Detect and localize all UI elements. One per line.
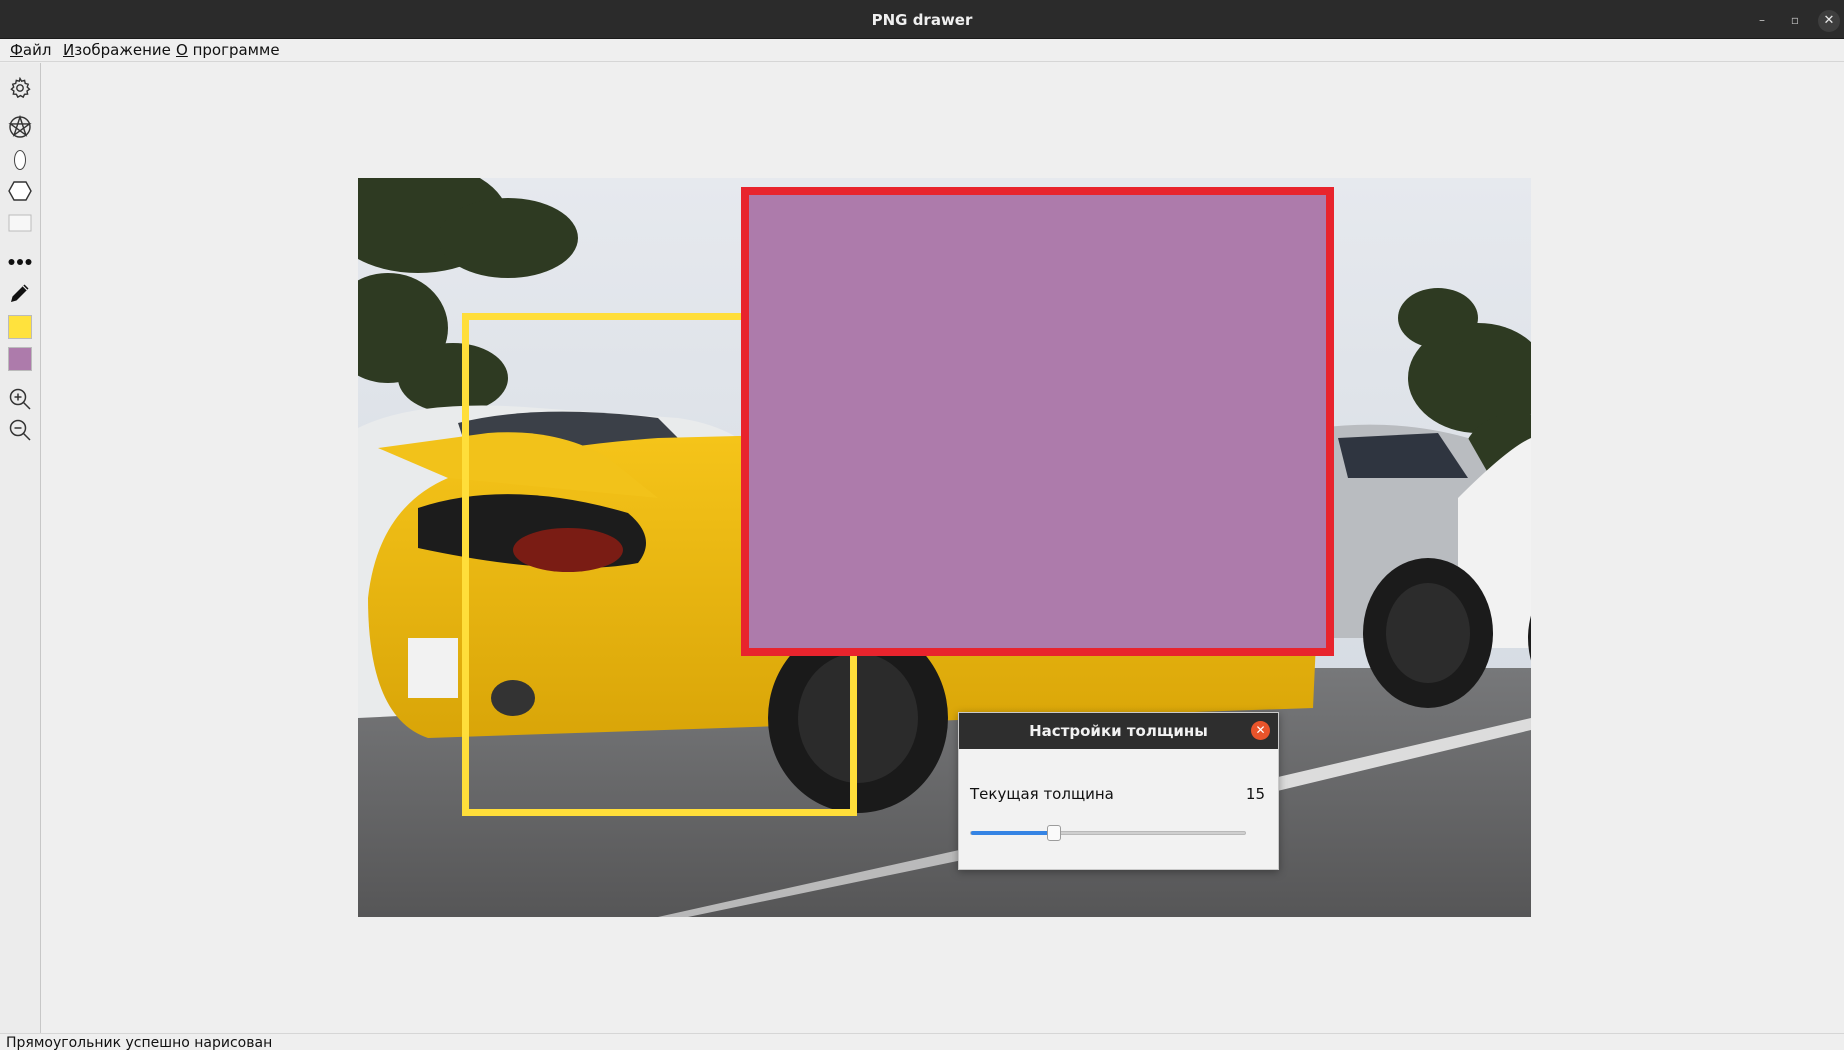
ellipse-icon[interactable] xyxy=(6,146,34,174)
menubar: Файл Изображение О программе xyxy=(0,39,1844,62)
window-titlebar: PNG drawer – ▫ ✕ xyxy=(0,0,1844,39)
dialog-close-button[interactable]: ✕ xyxy=(1251,721,1270,740)
drawn-rectangle-purple[interactable] xyxy=(741,187,1334,656)
menu-about[interactable]: О программе xyxy=(176,41,280,59)
close-window-button[interactable]: ✕ xyxy=(1818,10,1840,32)
dialog-header: Настройки толщины ✕ xyxy=(959,713,1278,749)
menu-image[interactable]: Изображение xyxy=(63,41,171,59)
dialog-title: Настройки толщины xyxy=(1029,722,1208,740)
pentagram-icon[interactable] xyxy=(6,113,34,141)
window-title: PNG drawer xyxy=(871,11,973,29)
zoom-out-icon[interactable] xyxy=(6,416,34,444)
menu-file[interactable]: Файл xyxy=(10,41,51,59)
pencil-icon[interactable] xyxy=(6,279,34,307)
more-icon[interactable] xyxy=(6,248,34,276)
settings-icon[interactable] xyxy=(6,74,34,102)
statusbar: Прямоугольник успешно нарисован xyxy=(0,1033,1844,1050)
thickness-label: Текущая толщина xyxy=(970,785,1114,803)
status-message: Прямоугольник успешно нарисован xyxy=(6,1035,273,1050)
maximize-button[interactable]: ▫ xyxy=(1787,12,1803,28)
fill-color-swatch[interactable] xyxy=(8,315,32,339)
thickness-slider[interactable] xyxy=(970,825,1246,841)
rectangle-icon[interactable] xyxy=(6,209,34,237)
slider-fill xyxy=(971,831,1054,835)
thickness-value: 15 xyxy=(1245,785,1265,803)
thickness-dialog: Настройки толщины ✕ Текущая толщина 15 xyxy=(958,712,1279,870)
slider-thumb[interactable] xyxy=(1047,825,1061,841)
minimize-button[interactable]: – xyxy=(1754,12,1770,28)
hexagon-icon[interactable] xyxy=(6,177,34,205)
zoom-in-icon[interactable] xyxy=(6,385,34,413)
stroke-color-swatch[interactable] xyxy=(8,347,32,371)
tool-panel xyxy=(0,63,41,1033)
